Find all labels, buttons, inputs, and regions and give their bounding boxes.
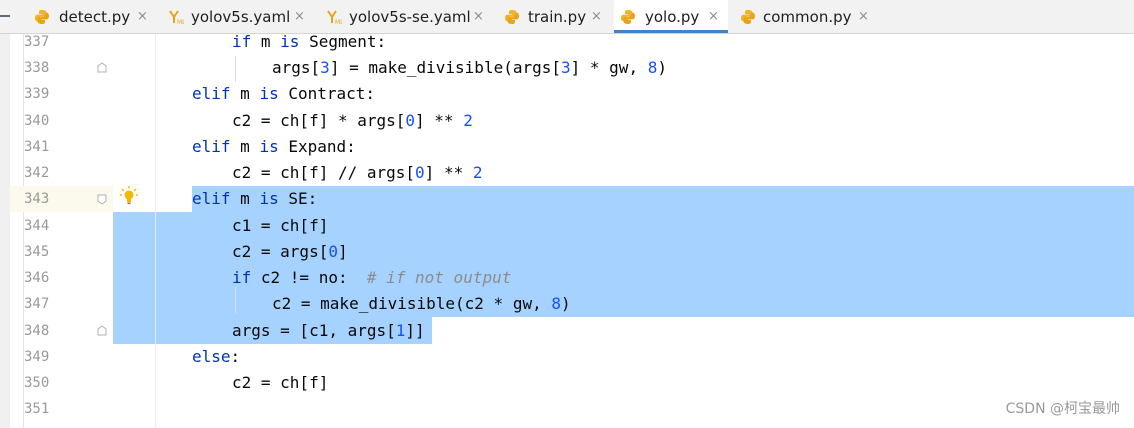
svg-text:ML: ML: [335, 19, 342, 25]
line-number: 338: [24, 60, 50, 76]
code-line-338[interactable]: args[3] = make_divisible(args[3] * gw, 8…: [272, 55, 667, 81]
line-number: 343: [24, 191, 50, 207]
code-line-342[interactable]: c2 = ch[f] // args[0] ** 2: [232, 160, 482, 186]
line-number: 340: [24, 113, 50, 129]
line-number: 337: [24, 34, 50, 50]
line-number: 348: [24, 323, 50, 339]
tool-window-strip: [0, 34, 10, 428]
python-file-icon: [505, 10, 519, 24]
line-number: 344: [24, 218, 50, 234]
code-line-337[interactable]: if m is Segment:: [232, 29, 386, 55]
tab-label: common.py: [763, 8, 852, 26]
code-editor[interactable]: 337 338 339 340 341 342 343 344 345 346 …: [0, 32, 1134, 428]
fold-marker-icon[interactable]: [97, 194, 107, 205]
tab-train-py[interactable]: train.py ×: [498, 0, 610, 33]
tab-common-py[interactable]: common.py ×: [734, 0, 874, 33]
close-icon[interactable]: ×: [137, 0, 148, 34]
python-file-icon: [35, 10, 49, 24]
code-line-344[interactable]: c1 = ch[f]: [232, 213, 328, 239]
yaml-file-icon: ML: [169, 10, 184, 25]
watermark: CSDN @柯宝最帅: [1005, 401, 1120, 417]
fold-marker-icon[interactable]: [97, 62, 107, 73]
code-line-348[interactable]: args = [c1, args[1]]: [232, 318, 425, 344]
line-number: 339: [24, 86, 50, 102]
python-file-icon: [741, 10, 755, 24]
python-file-icon: [621, 10, 635, 24]
svg-text:ML: ML: [177, 19, 184, 25]
close-icon[interactable]: ×: [708, 0, 719, 34]
close-icon[interactable]: ×: [473, 0, 484, 34]
code-line-345[interactable]: c2 = args[0]: [232, 239, 348, 265]
tab-yolo-py[interactable]: yolo.py ×: [614, 0, 728, 33]
close-icon[interactable]: ×: [858, 0, 869, 34]
close-icon[interactable]: ×: [591, 0, 602, 34]
tab-label: train.py: [528, 8, 587, 26]
code-line-347[interactable]: c2 = make_divisible(c2 * gw, 8): [272, 291, 571, 317]
code-line-341[interactable]: elif m is Expand:: [192, 134, 356, 160]
minimize-icon[interactable]: [0, 15, 10, 17]
tab-label: yolo.py: [645, 8, 700, 26]
line-number: 346: [24, 270, 50, 286]
selection-highlight: [192, 186, 1134, 212]
tab-label: detect.py: [59, 8, 131, 26]
code-line-349[interactable]: else:: [192, 344, 240, 370]
line-number: 347: [24, 296, 50, 312]
line-number: 349: [24, 349, 50, 365]
line-number: 350: [24, 375, 50, 391]
indent-guide: [155, 34, 156, 428]
line-number: 351: [24, 401, 50, 417]
lightbulb-icon[interactable]: [120, 186, 138, 206]
code-line-346[interactable]: if c2 != no: # if not output: [232, 265, 511, 291]
line-number: 342: [24, 165, 50, 181]
yaml-file-icon: ML: [327, 10, 342, 25]
code-line-343[interactable]: elif m is SE:: [192, 186, 317, 212]
editor-tab-bar: detect.py × ML yolov5s.yaml × ML yolov5s…: [0, 0, 1134, 34]
line-number: 345: [24, 244, 50, 260]
code-line-350[interactable]: c2 = ch[f]: [232, 370, 328, 396]
code-line-339[interactable]: elif m is Contract:: [192, 81, 375, 107]
line-number: 341: [24, 139, 50, 155]
fold-marker-icon[interactable]: [97, 325, 107, 336]
code-line-340[interactable]: c2 = ch[f] * args[0] ** 2: [232, 108, 473, 134]
indent-guide: [235, 56, 236, 82]
